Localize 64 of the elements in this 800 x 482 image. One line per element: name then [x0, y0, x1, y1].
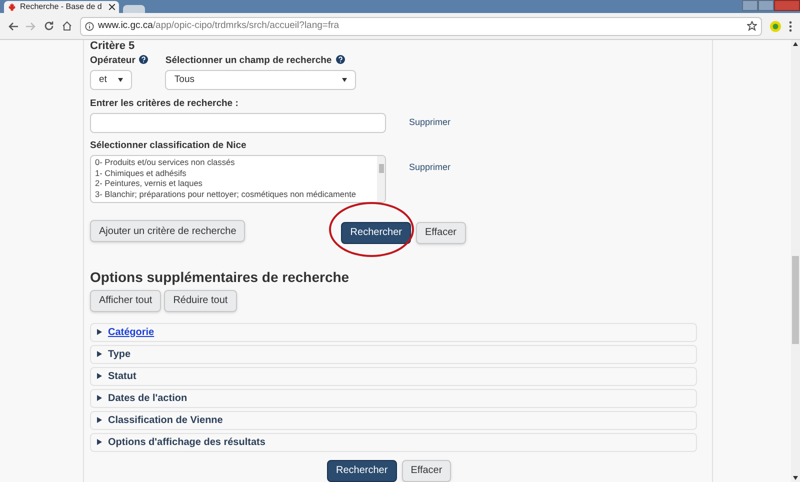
help-icon[interactable]: [139, 55, 148, 64]
expand-arrow-icon: [97, 417, 102, 423]
expand-arrow-icon: [97, 439, 102, 445]
reload-icon[interactable]: [44, 21, 54, 31]
accordion-header[interactable]: Catégorie: [90, 322, 697, 342]
caret-icon: [118, 78, 123, 82]
collapse-all-button[interactable]: Réduire tout: [164, 290, 237, 312]
scroll-down-icon[interactable]: [793, 476, 798, 480]
back-icon[interactable]: [8, 22, 18, 30]
add-criterion-button[interactable]: Ajouter un critère de recherche: [90, 220, 246, 242]
menu-icon[interactable]: [789, 20, 792, 32]
search-field-select[interactable]: Tous: [165, 70, 356, 90]
section-label: Catégorie: [108, 326, 154, 340]
list-option[interactable]: 0- Produits et/ou services non classés: [95, 157, 377, 168]
accordion-header[interactable]: Type: [90, 344, 697, 364]
options-heading: Options supplémentaires de recherche: [90, 268, 350, 284]
caret-icon: [342, 78, 348, 82]
list-option[interactable]: 1- Chimiques et adhésifs: [95, 168, 377, 178]
maple-leaf-icon: [8, 3, 16, 11]
expand-arrow-icon: [97, 373, 102, 379]
section-label: Classification de Vienne: [108, 414, 223, 428]
info-icon: [85, 22, 94, 30]
expand-arrow-icon: [97, 395, 102, 401]
tab-title: Recherche - Base de d: [20, 1, 102, 13]
search-terms-input[interactable]: [90, 113, 386, 133]
list-option[interactable]: 2- Peintures, vernis et laques: [95, 178, 377, 188]
accordion-header[interactable]: Classification de Vienne: [90, 410, 697, 430]
help-icon[interactable]: [336, 55, 345, 64]
accordion-header[interactable]: Options d'affichage des résultats: [90, 432, 697, 452]
criterion-title: Critère 5: [90, 40, 136, 52]
scrollbar[interactable]: [377, 156, 385, 202]
scrollbar-thumb[interactable]: [792, 256, 799, 344]
section-label: Dates de l'action: [108, 392, 188, 406]
new-tab-button[interactable]: [123, 5, 145, 13]
nice-class-listbox[interactable]: 0- Produits et/ou services non classés 1- Chimiques et adhésifs 2- Peintures, vernis et laques 3- Blanchir; préparations pour nettoyer; cosmétiques non médicamente: [90, 155, 386, 203]
remove-link[interactable]: Supprimer: [409, 116, 451, 130]
section-label: Options d'affichage des résultats: [108, 436, 266, 450]
address-bar[interactable]: www.ic.gc.ca/app/opic-cipo/trdmrks/srch/accueil?lang=fra: [80, 16, 762, 36]
search-button[interactable]: Rechercher: [341, 222, 411, 244]
expand-arrow-icon: [97, 351, 102, 357]
accordion-header[interactable]: Dates de l'action: [90, 388, 697, 408]
star-icon[interactable]: [747, 21, 757, 31]
accordion-header[interactable]: Statut: [90, 366, 697, 386]
scroll-up-icon[interactable]: [793, 42, 798, 46]
list-option[interactable]: 3- Blanchir; préparations pour nettoyer; cosmétiques non médicamente: [95, 188, 377, 199]
operator-label: Opérateur: [90, 55, 136, 66]
home-icon[interactable]: [62, 21, 72, 31]
remove-link[interactable]: Supprimer: [409, 161, 451, 174]
close-icon[interactable]: [109, 4, 115, 10]
clear-button[interactable]: Effacer: [416, 222, 466, 244]
operator-select[interactable]: et: [90, 70, 132, 90]
extension-icon[interactable]: [770, 20, 781, 32]
browser-tab[interactable]: Recherche - Base de d: [4, 1, 119, 13]
nice-classification-label: Sélectionner classification de Nice: [90, 140, 248, 152]
page-scrollbar[interactable]: [791, 40, 800, 482]
section-label: Type: [108, 348, 131, 362]
search-button[interactable]: Rechercher: [327, 460, 397, 482]
expand-arrow-icon: [97, 329, 102, 335]
clear-button[interactable]: Effacer: [402, 460, 452, 482]
expand-all-button[interactable]: Afficher tout: [90, 290, 162, 312]
section-label: Statut: [108, 370, 136, 384]
search-terms-label: Entrer les critères de recherche :: [90, 98, 240, 110]
search-field-label: Sélectionner un champ de recherche: [165, 55, 332, 66]
url-text: www.ic.gc.ca/app/opic-cipo/trdmrks/srch/accueil?lang=fra: [98, 18, 340, 33]
